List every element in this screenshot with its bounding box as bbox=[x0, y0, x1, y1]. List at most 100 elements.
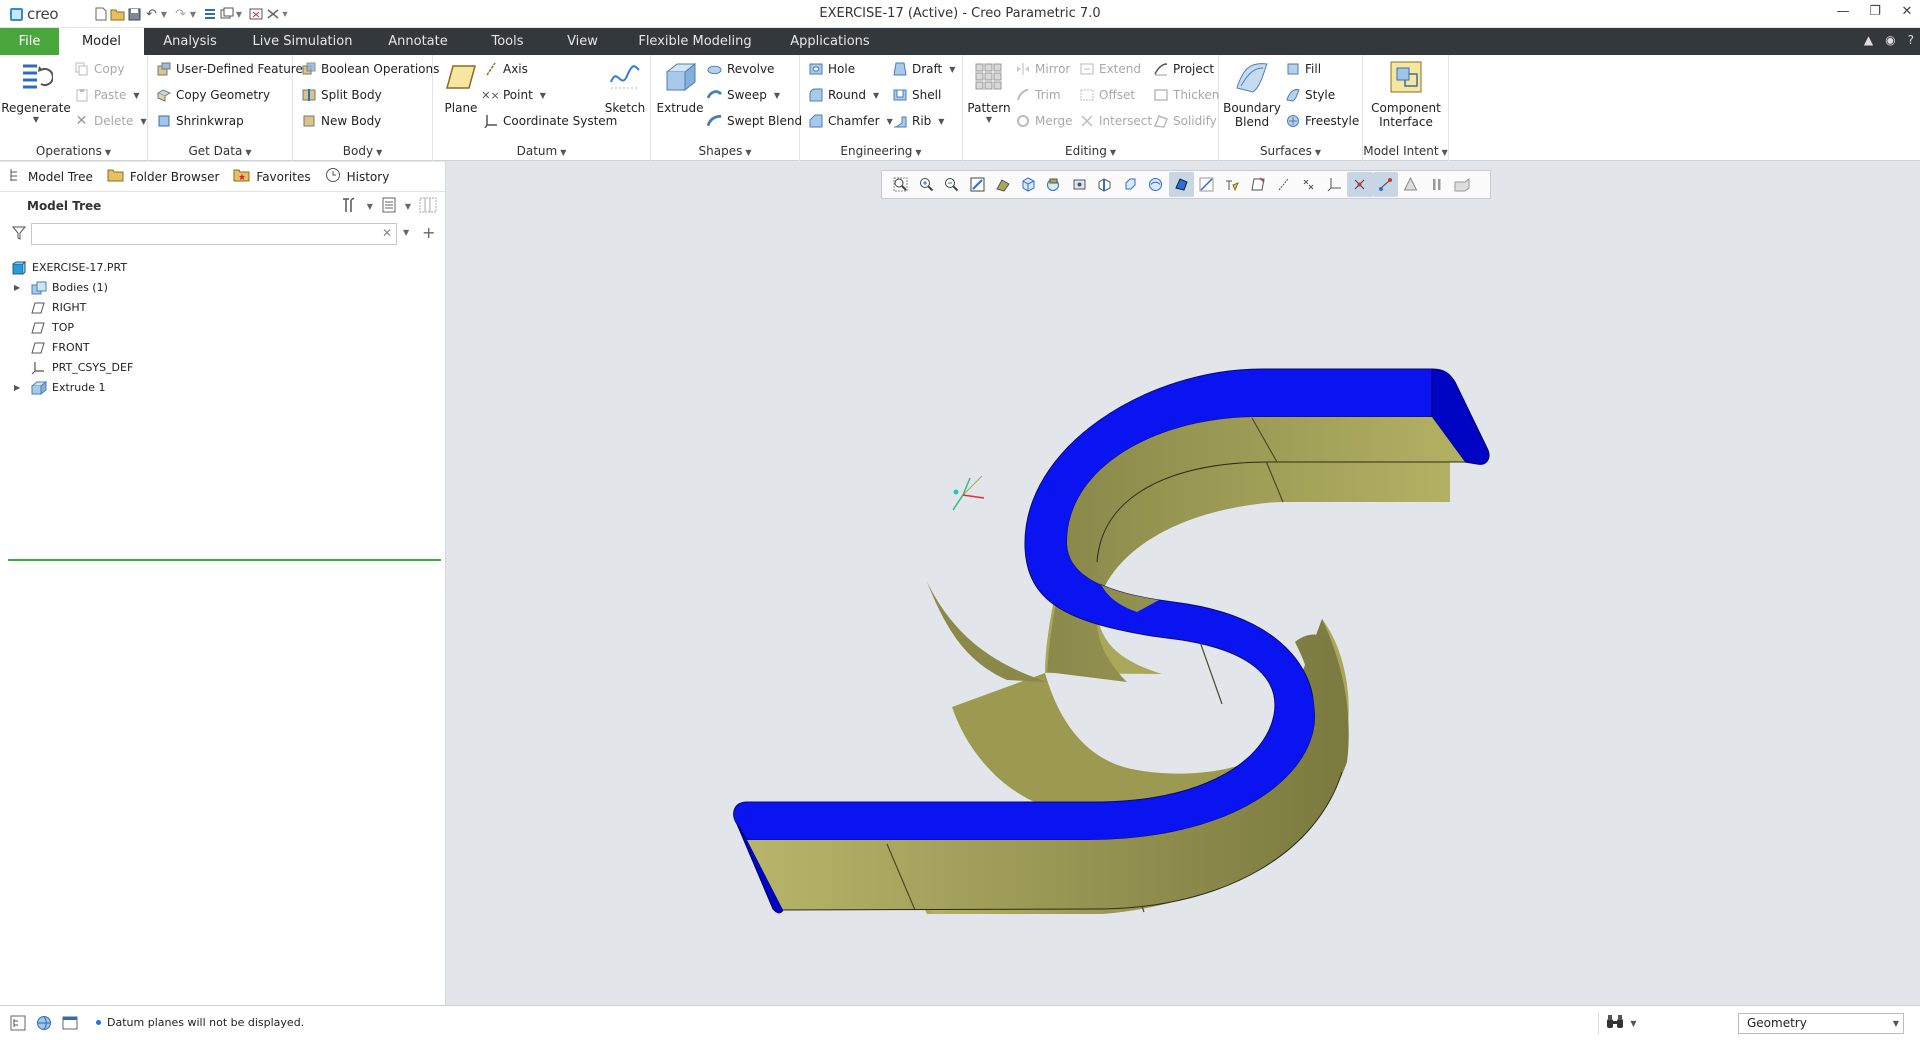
minimize-ribbon-icon[interactable]: ▲ bbox=[1864, 33, 1873, 47]
regenerate-qat-icon[interactable] bbox=[201, 4, 218, 24]
shell-button[interactable]: Shell bbox=[892, 85, 941, 105]
round-button[interactable]: Round ▼ bbox=[808, 85, 879, 105]
find-dropdown-icon[interactable]: ▼ bbox=[1630, 1019, 1636, 1028]
group-model-intent-label[interactable]: Model Intent ▼ bbox=[1363, 144, 1448, 158]
insert-here-indicator[interactable] bbox=[8, 559, 441, 561]
group-shapes-label[interactable]: Shapes ▼ bbox=[651, 144, 799, 158]
sketch-button[interactable]: Sketch bbox=[603, 59, 647, 115]
pattern-dropdown-icon[interactable]: ▼ bbox=[986, 115, 992, 125]
full-screen-icon[interactable] bbox=[62, 1015, 78, 1034]
undo-icon[interactable]: ↶ bbox=[143, 4, 160, 24]
tab-folder-browser[interactable]: Folder Browser bbox=[107, 168, 219, 185]
graphics-viewport[interactable] bbox=[447, 162, 1920, 1005]
merge-button[interactable]: Merge bbox=[1015, 111, 1072, 131]
draft-button[interactable]: Draft ▼ bbox=[892, 59, 955, 79]
tab-tools[interactable]: Tools bbox=[475, 28, 540, 55]
redo-icon[interactable]: ↷ bbox=[172, 4, 189, 24]
tab-model[interactable]: Model bbox=[59, 28, 144, 55]
clear-search-icon[interactable]: ✕ bbox=[382, 226, 392, 240]
boolean-operations-button[interactable]: Boolean Operations bbox=[301, 59, 439, 79]
copy-button[interactable]: Copy bbox=[74, 59, 124, 79]
regenerate-dropdown-icon[interactable]: ▼ bbox=[33, 115, 39, 125]
point-button[interactable]: ✕× Point ▼ bbox=[481, 85, 546, 105]
revolve-button[interactable]: Revolve bbox=[707, 59, 774, 79]
sweep-button[interactable]: Sweep ▼ bbox=[707, 85, 780, 105]
selection-filter-dropdown-icon[interactable]: ▼ bbox=[1893, 1014, 1899, 1033]
undo-dropdown-icon[interactable]: ▼ bbox=[160, 4, 168, 24]
tree-item-right[interactable]: RIGHT bbox=[0, 298, 446, 318]
tree-show-dropdown-icon[interactable]: ▼ bbox=[405, 202, 411, 211]
plane-button[interactable]: Plane bbox=[439, 59, 483, 115]
help-icon[interactable]: ? bbox=[1908, 33, 1914, 47]
selection-filter-select[interactable]: Geometry ▼ bbox=[1738, 1013, 1904, 1034]
rib-button[interactable]: Rib ▼ bbox=[892, 111, 944, 131]
pattern-button[interactable]: Pattern ▼ bbox=[967, 59, 1011, 125]
add-filter-icon[interactable]: + bbox=[422, 223, 435, 242]
axis-button[interactable]: Axis bbox=[483, 59, 528, 79]
swept-blend-button[interactable]: Swept Blend bbox=[707, 111, 802, 131]
expand-arrow-icon[interactable]: ▶ bbox=[14, 383, 20, 392]
chamfer-button[interactable]: Chamfer ▼ bbox=[808, 111, 893, 131]
trim-button[interactable]: Trim bbox=[1015, 85, 1061, 105]
new-body-button[interactable]: New Body bbox=[301, 111, 381, 131]
tree-item-bodies-1[interactable]: ▶ Bodies (1) bbox=[0, 278, 446, 298]
tree-item-exercise-17-prt[interactable]: EXERCISE-17.PRT bbox=[0, 258, 446, 278]
tree-columns-icon[interactable] bbox=[419, 197, 437, 216]
model-tree-search-input[interactable] bbox=[31, 223, 397, 245]
tree-item-prt-csys-def[interactable]: PRT_CSYS_DEF bbox=[0, 358, 446, 378]
fill-button[interactable]: Fill bbox=[1285, 59, 1321, 79]
save-icon[interactable] bbox=[126, 4, 143, 24]
tree-settings-icon[interactable] bbox=[341, 197, 359, 216]
s-shaped-extrusion-model[interactable] bbox=[447, 162, 1920, 1005]
offset-button[interactable]: Offset bbox=[1079, 85, 1135, 105]
group-engineering-label[interactable]: Engineering ▼ bbox=[800, 144, 962, 158]
expand-arrow-icon[interactable]: ▶ bbox=[14, 283, 20, 292]
extrude-button[interactable]: Extrude bbox=[657, 59, 703, 115]
windows-dropdown-icon[interactable]: ▼ bbox=[235, 4, 243, 24]
show-browser-icon[interactable] bbox=[36, 1015, 52, 1034]
notification-icon[interactable]: ◉ bbox=[1885, 33, 1895, 47]
windows-icon[interactable] bbox=[218, 4, 235, 24]
new-file-icon[interactable] bbox=[92, 4, 109, 24]
tree-settings-dropdown-icon[interactable]: ▼ bbox=[367, 202, 373, 211]
open-folder-icon[interactable] bbox=[109, 4, 126, 24]
tree-show-icon[interactable] bbox=[381, 197, 397, 216]
delete-button[interactable]: ✕ Delete ▼ bbox=[74, 111, 147, 131]
group-operations-label[interactable]: Operations ▼ bbox=[0, 144, 147, 158]
show-navigator-icon[interactable] bbox=[10, 1015, 26, 1034]
solidify-button[interactable]: Solidify bbox=[1153, 111, 1217, 131]
group-body-label[interactable]: Body ▼ bbox=[293, 144, 432, 158]
tab-applications[interactable]: Applications bbox=[780, 28, 880, 55]
regenerate-button[interactable]: Regenerate ▼ bbox=[1, 59, 71, 125]
tab-history[interactable]: History bbox=[325, 167, 389, 186]
search-dropdown-icon[interactable]: ▼ bbox=[403, 228, 409, 237]
redo-dropdown-icon[interactable]: ▼ bbox=[189, 4, 197, 24]
group-surfaces-label[interactable]: Surfaces ▼ bbox=[1219, 144, 1362, 158]
extend-button[interactable]: Extend bbox=[1079, 59, 1141, 79]
shrinkwrap-button[interactable]: Shrinkwrap bbox=[156, 111, 244, 131]
project-button[interactable]: Project bbox=[1153, 59, 1214, 79]
tab-view[interactable]: View bbox=[555, 28, 610, 55]
find-button[interactable]: ▼ bbox=[1598, 1012, 1644, 1034]
component-interface-button[interactable]: Component Interface bbox=[1367, 59, 1445, 129]
hole-button[interactable]: Hole bbox=[808, 59, 855, 79]
tab-flexible-modeling[interactable]: Flexible Modeling bbox=[630, 28, 760, 55]
thicken-button[interactable]: Thicken bbox=[1153, 85, 1219, 105]
tree-item-extrude-1[interactable]: ▶ Extrude 1 bbox=[0, 378, 446, 398]
paste-button[interactable]: Paste ▼ bbox=[74, 85, 140, 105]
group-editing-label[interactable]: Editing ▼ bbox=[963, 144, 1218, 158]
copy-geometry-button[interactable]: Copy Geometry bbox=[156, 85, 270, 105]
tab-file[interactable]: File bbox=[0, 28, 59, 55]
coordinate-system-button[interactable]: Coordinate System bbox=[483, 111, 617, 131]
freestyle-button[interactable]: Freestyle bbox=[1285, 111, 1359, 131]
group-get-data-label[interactable]: Get Data ▼ bbox=[148, 144, 292, 158]
tab-analysis[interactable]: Analysis bbox=[150, 28, 230, 55]
mirror-button[interactable]: Mirror bbox=[1015, 59, 1070, 79]
group-datum-label[interactable]: Datum ▼ bbox=[433, 144, 650, 158]
erase-icon[interactable] bbox=[264, 4, 281, 24]
split-body-button[interactable]: Split Body bbox=[301, 85, 382, 105]
filter-funnel-icon[interactable] bbox=[11, 226, 27, 243]
tab-live-simulation[interactable]: Live Simulation bbox=[245, 28, 360, 55]
restore-icon[interactable]: ❐ bbox=[1868, 4, 1882, 19]
close-icon[interactable]: ✕ bbox=[1900, 4, 1914, 19]
